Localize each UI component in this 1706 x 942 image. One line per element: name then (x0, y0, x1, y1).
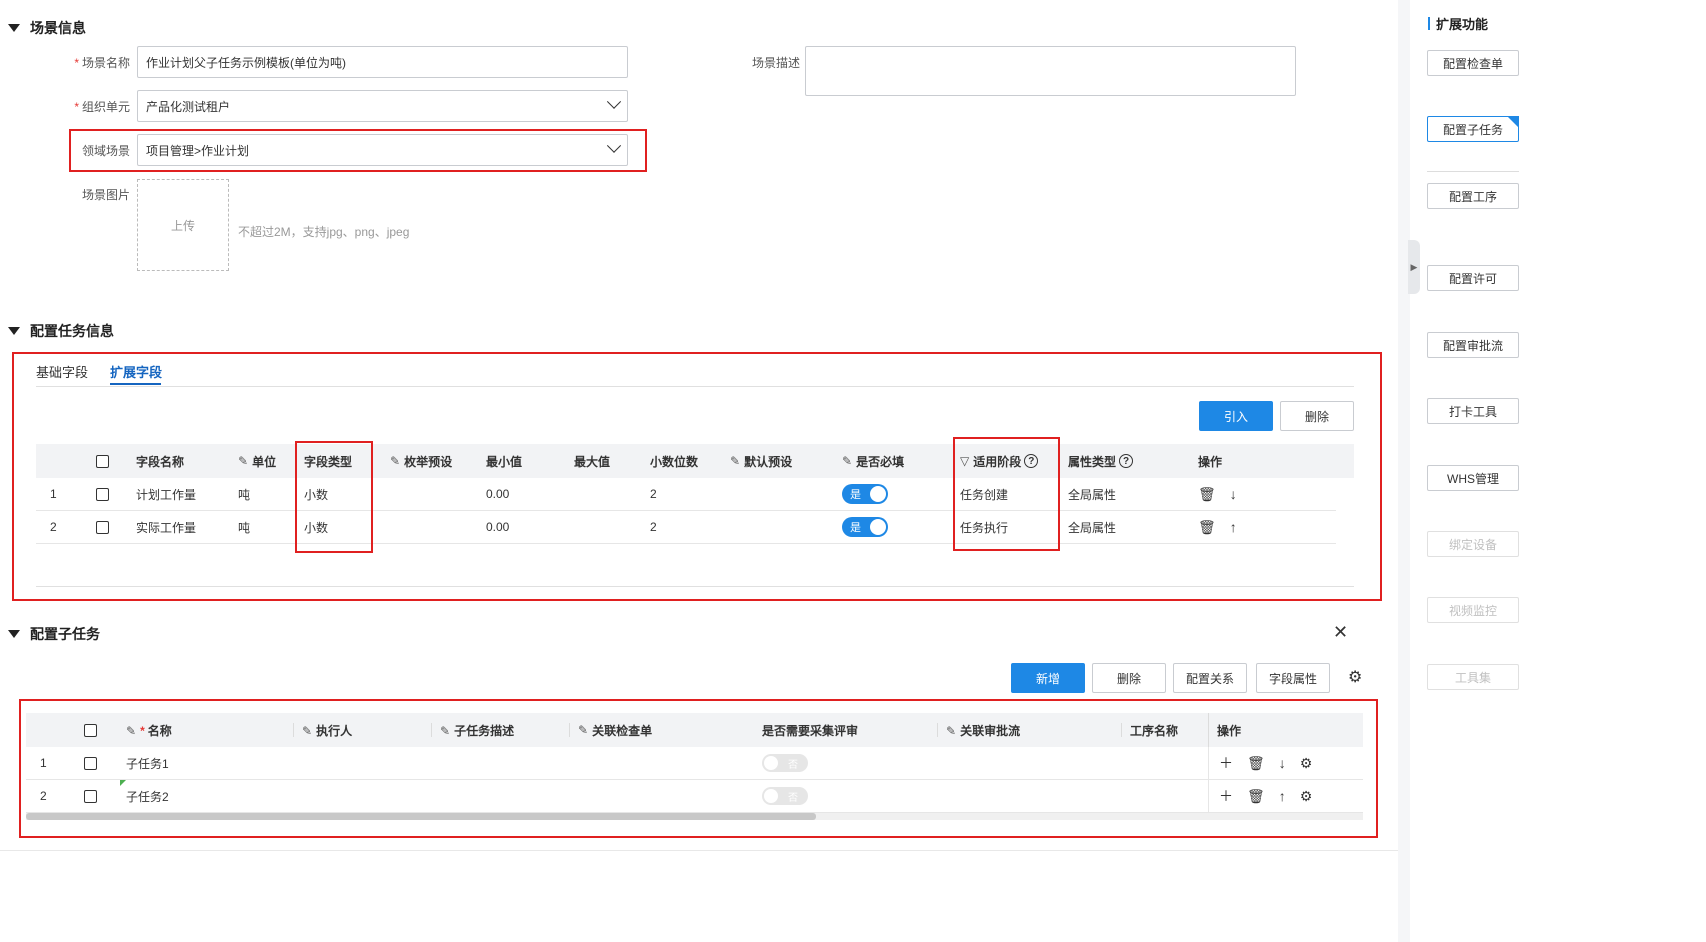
extended-fields-table-header: 字段名称 ✎ 单位 字段类型 ✎ 枚举预设 最小值 最大值 小数位数 ✎ 默认预设 ✎… (36, 444, 1354, 478)
col-max: 最大值 (574, 454, 611, 469)
edit-pencil-icon: ✎ (126, 723, 137, 738)
config-checklist-button[interactable]: 配置检查单 (1427, 50, 1519, 76)
edit-pencil-icon: ✎ (842, 454, 853, 468)
arrow-up-icon[interactable]: ↑ (1279, 788, 1286, 804)
import-button[interactable]: 引入 (1199, 401, 1273, 431)
whs-management-button[interactable]: WHS管理 (1427, 465, 1519, 491)
trash-icon[interactable]: 🗑 (1247, 788, 1265, 805)
delete-button[interactable]: 删除 (1092, 663, 1166, 693)
field-attr-button[interactable]: 字段属性 (1256, 663, 1330, 693)
active-tab-indicator (110, 383, 161, 385)
tab-basic-fields[interactable]: 基础字段 (36, 362, 88, 381)
col-decimals: 小数位数 (650, 454, 699, 469)
title-accent-bar (1428, 17, 1430, 30)
table-row: 2 子任务2 否 ＋ 🗑 ↑ ⚙ (26, 780, 1363, 813)
bind-device-button[interactable]: 绑定设备 (1427, 531, 1519, 557)
chevron-down-icon (606, 138, 622, 153)
subtask-table-header: ✎ * 名称 ✎ 执行人 ✎ 子任务描述 ✎ 关联检查单 是否需要采集评审 ✎ 关联审批流 … (26, 713, 1363, 747)
edit-pencil-icon: ✎ (390, 454, 401, 468)
arrow-down-icon[interactable]: ↓ (1279, 755, 1286, 771)
settings-gear-icon[interactable]: ⚙ (1348, 667, 1362, 687)
row-checkbox[interactable] (96, 487, 109, 501)
edit-pencil-icon: ✎ (730, 454, 741, 468)
toolset-button[interactable]: 工具集 (1427, 664, 1519, 690)
right-panel-title: 扩展功能 (1428, 14, 1488, 33)
settings-gear-icon[interactable]: ⚙ (1300, 788, 1313, 805)
delete-button[interactable]: 删除 (1280, 401, 1354, 431)
config-process-button[interactable]: 配置工序 (1427, 183, 1519, 209)
section-title: 场景信息 (30, 20, 86, 36)
trash-icon[interactable]: 🗑 (1247, 755, 1265, 772)
config-permit-button[interactable]: 配置许可 (1427, 265, 1519, 291)
table-row: 2 实际工作量 吨 小数 0.00 2 是 任务执行 全局属性 🗑 ↑ (36, 511, 1336, 544)
upload-hint: 不超过2M，支持jpg、png、jpeg (238, 225, 410, 239)
help-icon[interactable]: ? (1119, 454, 1134, 468)
arrow-up-icon[interactable]: ↑ (1230, 519, 1237, 535)
org-unit-label: * 组织单元 (74, 100, 130, 114)
plus-icon[interactable]: ＋ (1219, 753, 1233, 773)
scene-desc-textarea[interactable] (805, 46, 1296, 96)
section-title: 配置子任务 (30, 626, 100, 642)
panel-collapse-handle[interactable]: ▶ (1408, 240, 1420, 294)
scene-desc-label: 场景描述 (751, 56, 800, 70)
config-relation-button[interactable]: 配置关系 (1173, 663, 1247, 693)
video-monitor-button[interactable]: 视频监控 (1427, 597, 1519, 623)
section-scene-info-header[interactable]: 场景信息 (8, 18, 86, 38)
checkin-tool-button[interactable]: 打卡工具 (1427, 398, 1519, 424)
edit-pencil-icon: ✎ (578, 723, 589, 737)
scene-name-label: * 场景名称 (74, 56, 130, 70)
edit-pencil-icon: ✎ (946, 723, 957, 738)
config-approval-button[interactable]: 配置审批流 (1427, 332, 1519, 358)
config-subtask-button[interactable]: 配置子任务 (1427, 116, 1519, 142)
required-toggle[interactable]: 是 (842, 517, 888, 537)
section-title: 配置任务信息 (30, 323, 114, 339)
edit-pencil-icon: ✎ (440, 723, 451, 738)
review-toggle[interactable]: 否 (762, 754, 808, 772)
settings-gear-icon[interactable]: ⚙ (1300, 755, 1313, 772)
bottom-divider (0, 850, 1398, 851)
col-ops: 操作 (1198, 454, 1223, 469)
required-toggle[interactable]: 是 (842, 484, 888, 504)
close-icon[interactable]: ✕ (1333, 622, 1348, 643)
section-task-info-header[interactable]: 配置任务信息 (8, 321, 114, 341)
collapse-caret-icon[interactable] (8, 327, 20, 335)
domain-scene-label: 领域场景 (81, 144, 130, 158)
modified-marker (120, 780, 126, 786)
select-all-checkbox[interactable] (96, 454, 109, 468)
panel-divider (1427, 171, 1519, 172)
row-checkbox[interactable] (84, 756, 97, 770)
scene-name-input[interactable]: 作业计划父子任务示例模板(单位为吨) (137, 46, 628, 78)
edit-pencil-icon: ✎ (302, 723, 313, 738)
domain-scene-select[interactable]: 项目管理>作业计划 (137, 134, 628, 166)
chevron-down-icon (606, 94, 622, 109)
table-row: 1 子任务1 否 ＋ 🗑 ↓ ⚙ (26, 747, 1363, 780)
collapse-caret-icon[interactable] (8, 630, 20, 638)
review-toggle[interactable]: 否 (762, 787, 808, 805)
col-min: 最小值 (486, 454, 523, 469)
row-checkbox[interactable] (96, 520, 109, 534)
highlight-box (953, 437, 1060, 551)
plus-icon[interactable]: ＋ (1219, 786, 1233, 806)
image-upload-box[interactable]: 上传 (137, 179, 229, 271)
panel-gutter (1398, 0, 1410, 942)
select-all-checkbox[interactable] (84, 723, 97, 737)
trash-icon[interactable]: 🗑 (1198, 519, 1216, 536)
row-checkbox[interactable] (84, 789, 97, 803)
tab-extended-fields[interactable]: 扩展字段 (110, 362, 162, 381)
collapse-caret-icon[interactable] (8, 24, 20, 32)
scene-image-label: 场景图片 (81, 188, 130, 202)
arrow-down-icon[interactable]: ↓ (1230, 486, 1237, 502)
table-row: 1 计划工作量 吨 小数 0.00 2 是 任务创建 全局属性 🗑 ↓ (36, 478, 1336, 511)
table-divider (36, 586, 1354, 587)
add-button[interactable]: 新增 (1011, 663, 1085, 693)
highlight-box (295, 441, 373, 553)
tab-divider (36, 386, 1354, 387)
org-unit-select[interactable]: 产品化测试租户 (137, 90, 628, 122)
section-subtask-header[interactable]: 配置子任务 (8, 624, 100, 644)
col-field-name: 字段名称 (136, 454, 185, 469)
edit-pencil-icon: ✎ (238, 454, 249, 468)
trash-icon[interactable]: 🗑 (1198, 486, 1216, 503)
horizontal-scrollbar-thumb[interactable] (26, 813, 816, 820)
